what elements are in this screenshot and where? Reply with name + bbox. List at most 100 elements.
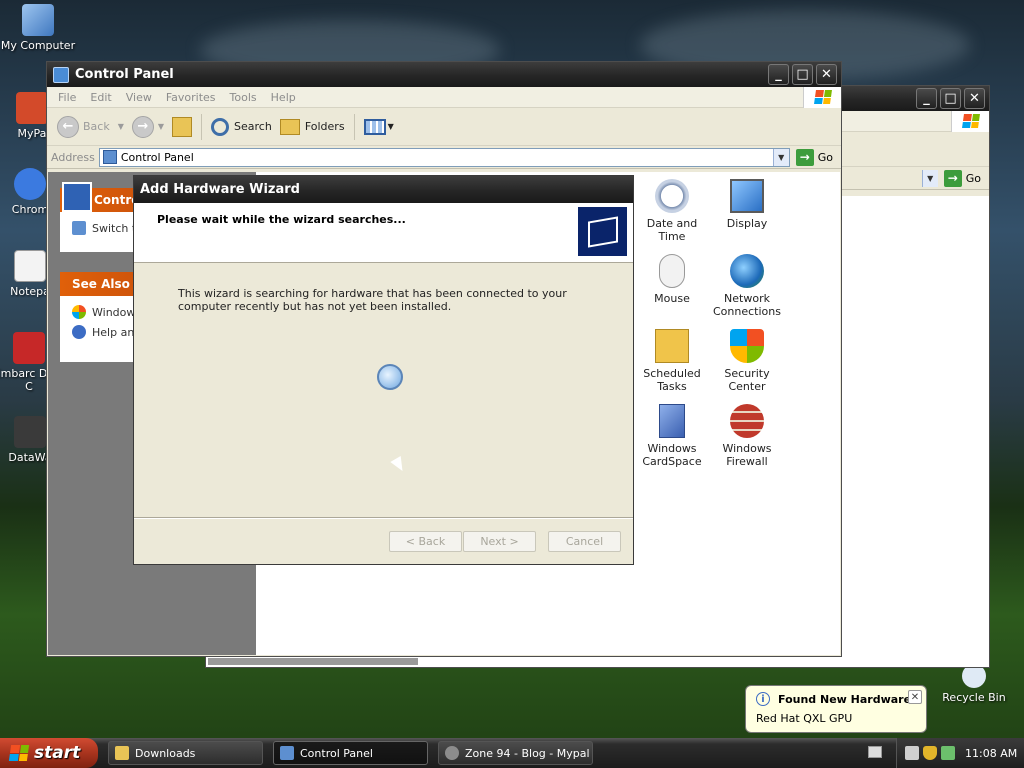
clock[interactable]: 11:08 AM bbox=[965, 747, 1017, 760]
chrome-icon bbox=[14, 168, 46, 200]
add-hardware-wizard-dialog[interactable]: Add Hardware Wizard Please wait while th… bbox=[133, 175, 634, 565]
go-button[interactable]: → Go bbox=[790, 148, 841, 166]
network-tray-icon[interactable] bbox=[941, 746, 955, 760]
close-button[interactable]: ✕ bbox=[816, 64, 837, 85]
go-arrow-icon: → bbox=[795, 148, 814, 166]
keyboard-tray-icon[interactable] bbox=[868, 746, 882, 758]
shortcut-icon bbox=[14, 416, 46, 448]
up-folder-icon bbox=[172, 116, 193, 137]
found-new-hardware-balloon[interactable]: i Found New Hardware Red Hat QXL GPU ✕ bbox=[745, 685, 927, 733]
wizard-divider bbox=[134, 517, 633, 519]
firewall-icon bbox=[730, 404, 764, 438]
menu-tools[interactable]: Tools bbox=[223, 91, 264, 104]
security-shield-icon[interactable] bbox=[923, 746, 937, 760]
folders-button[interactable]: Folders bbox=[276, 112, 349, 142]
toolbar-separator bbox=[201, 113, 203, 140]
hardware-wizard-icon bbox=[578, 207, 627, 256]
views-button[interactable]: ▼ bbox=[360, 112, 398, 142]
system-tray: 11:08 AM bbox=[896, 738, 1024, 768]
desktop-icon-my-computer[interactable]: My Computer bbox=[0, 4, 76, 52]
minimize-button[interactable]: _ bbox=[916, 88, 937, 109]
control-panel-icon bbox=[72, 221, 86, 235]
notepad-icon bbox=[14, 250, 46, 282]
help-icon bbox=[72, 325, 86, 339]
go-arrow-icon: → bbox=[943, 169, 962, 187]
devcpp-icon bbox=[13, 332, 45, 364]
hardware-tray-icon[interactable] bbox=[905, 746, 919, 760]
searching-magnifier-icon bbox=[377, 364, 403, 390]
addressbar: Address Control Panel ▼ → Go bbox=[47, 146, 841, 169]
windows-logo-icon bbox=[951, 110, 989, 132]
menubar: File Edit View Favorites Tools Help bbox=[47, 86, 841, 108]
cardspace-icon bbox=[659, 404, 685, 438]
cp-item-network-connections[interactable]: Network Connections bbox=[709, 254, 785, 318]
close-icon[interactable]: ✕ bbox=[908, 690, 922, 704]
busy-cursor-icon bbox=[390, 455, 408, 475]
menu-edit[interactable]: Edit bbox=[83, 91, 118, 104]
cp-item-security-center[interactable]: Security Center bbox=[709, 329, 785, 393]
browser-icon bbox=[445, 746, 459, 760]
folder-icon bbox=[115, 746, 129, 760]
cp-item-date-time[interactable]: Date and Time bbox=[634, 179, 710, 243]
windows-logo-icon bbox=[8, 745, 30, 761]
toolbar: ← Back ▼ → ▼ Search Folders ▼ bbox=[47, 108, 841, 146]
search-icon bbox=[211, 117, 230, 136]
search-button[interactable]: Search bbox=[207, 112, 276, 142]
windows-logo-icon bbox=[803, 86, 841, 108]
wizard-body-text: This wizard is searching for hardware th… bbox=[178, 287, 567, 313]
maximize-button[interactable]: □ bbox=[940, 88, 961, 109]
control-panel-icon bbox=[280, 746, 294, 760]
wizard-titlebar[interactable]: Add Hardware Wizard bbox=[134, 176, 633, 203]
go-button[interactable]: → Go bbox=[938, 169, 989, 187]
network-globe-icon bbox=[730, 254, 764, 288]
close-button[interactable]: ✕ bbox=[964, 88, 985, 109]
cp-item-mouse[interactable]: Mouse bbox=[634, 254, 710, 305]
up-folder-button[interactable] bbox=[168, 112, 196, 142]
menu-favorites[interactable]: Favorites bbox=[159, 91, 223, 104]
start-button[interactable]: start bbox=[0, 738, 98, 768]
info-icon: i bbox=[756, 692, 770, 706]
cp-item-display[interactable]: Display bbox=[709, 179, 785, 230]
control-panel-icon bbox=[62, 182, 92, 212]
toolbar-separator bbox=[353, 113, 355, 140]
scheduled-tasks-icon bbox=[655, 329, 689, 363]
wizard-header: Please wait while the wizard searches... bbox=[134, 203, 633, 263]
desktop-icon-recycle-bin[interactable]: Recycle Bin bbox=[936, 664, 1012, 704]
folders-icon bbox=[279, 118, 300, 135]
minimize-button[interactable]: _ bbox=[768, 64, 789, 85]
menu-file[interactable]: File bbox=[51, 91, 83, 104]
scrollbar[interactable] bbox=[208, 658, 418, 665]
menu-help[interactable]: Help bbox=[264, 91, 303, 104]
wizard-cancel-button[interactable]: Cancel bbox=[548, 531, 621, 552]
clock-icon bbox=[655, 179, 689, 213]
cp-item-windows-cardspace[interactable]: Windows CardSpace bbox=[634, 404, 710, 468]
control-panel-titlebar[interactable]: Control Panel _ □ ✕ bbox=[47, 62, 841, 87]
address-input[interactable]: Control Panel ▼ bbox=[98, 147, 790, 167]
forward-arrow-icon: → bbox=[131, 115, 154, 138]
wizard-next-button[interactable]: Next > bbox=[463, 531, 536, 552]
cp-item-windows-firewall[interactable]: Windows Firewall bbox=[709, 404, 785, 468]
menu-view[interactable]: View bbox=[119, 91, 159, 104]
cp-item-scheduled-tasks[interactable]: Scheduled Tasks bbox=[634, 329, 710, 393]
control-panel-icon bbox=[102, 150, 117, 164]
shield-icon bbox=[730, 329, 764, 363]
taskbar-item-downloads[interactable]: Downloads bbox=[108, 741, 263, 765]
mouse-icon bbox=[659, 254, 685, 288]
balloon-text: Red Hat QXL GPU bbox=[756, 712, 853, 725]
chevron-down-icon: ▼ bbox=[387, 122, 394, 131]
views-icon bbox=[363, 118, 386, 135]
windows-update-icon bbox=[72, 305, 86, 319]
taskbar-item-control-panel[interactable]: Control Panel bbox=[273, 741, 428, 765]
computer-icon bbox=[22, 4, 54, 36]
maximize-button[interactable]: □ bbox=[792, 64, 813, 85]
address-dropdown-icon[interactable]: ▼ bbox=[772, 148, 789, 166]
display-icon bbox=[730, 179, 764, 213]
back-arrow-icon: ← bbox=[57, 115, 79, 138]
chevron-down-icon: ▼ bbox=[157, 122, 165, 131]
browser-icon bbox=[16, 92, 48, 124]
back-button[interactable]: ← Back ▼ bbox=[53, 112, 128, 142]
address-dropdown-icon[interactable]: ▼ bbox=[921, 169, 938, 187]
taskbar-item-mypal[interactable]: Zone 94 - Blog - Mypal bbox=[438, 741, 593, 765]
forward-button[interactable]: → ▼ bbox=[128, 112, 168, 142]
wizard-back-button[interactable]: < Back bbox=[389, 531, 462, 552]
